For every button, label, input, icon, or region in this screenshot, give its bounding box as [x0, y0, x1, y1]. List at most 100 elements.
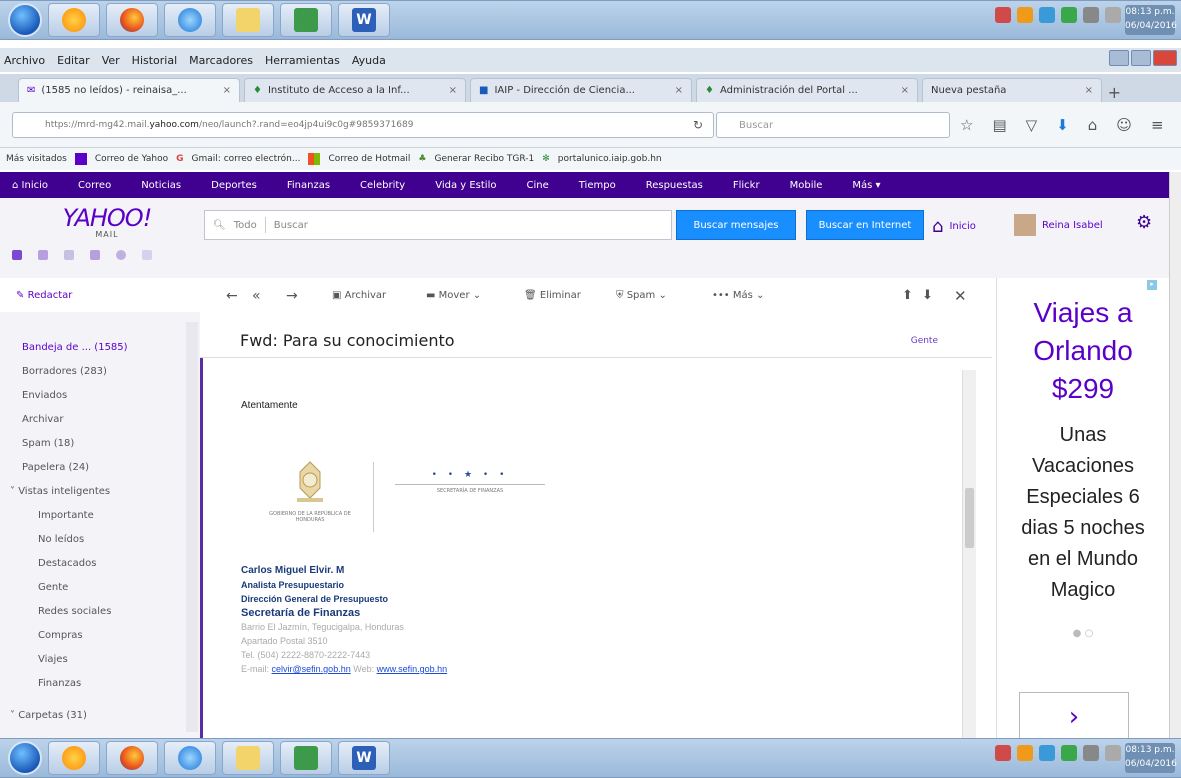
- tray-icon[interactable]: [1039, 7, 1055, 23]
- travel-ad[interactable]: ▸ Viajes a Orlando $299 Unas Vacaciones …: [996, 278, 1169, 740]
- more-button[interactable]: ••• Más ⌄: [712, 290, 764, 301]
- bookmark-mas-visitados[interactable]: Más visitados: [6, 154, 67, 164]
- folder-inbox[interactable]: Bandeja de ... (1585): [22, 342, 128, 353]
- next-message-icon[interactable]: ⬇: [922, 288, 933, 303]
- bookmark-gmail[interactable]: Gmail: correo electrón...: [192, 154, 301, 164]
- view-shopping[interactable]: Compras: [38, 630, 83, 641]
- yahoo-nav-finanzas[interactable]: Finanzas: [287, 180, 330, 191]
- url-bar[interactable]: https://mrd-mg42.mail. yahoo.com/neo/laun…: [12, 112, 714, 138]
- settings-gear-icon[interactable]: ⚙: [1136, 212, 1152, 233]
- excel-taskbar-button[interactable]: [280, 3, 332, 37]
- mail-search-input[interactable]: 🔍︎ Todo Buscar: [204, 210, 672, 240]
- notepad-app-icon[interactable]: [90, 250, 100, 260]
- tray-icon[interactable]: [1017, 745, 1033, 761]
- sig-web-link[interactable]: www.sefin.gob.hn: [377, 664, 448, 674]
- volume-icon[interactable]: [1105, 7, 1121, 23]
- pocket-icon[interactable]: ▽: [1026, 116, 1038, 134]
- close-tab-icon[interactable]: ×: [901, 85, 909, 96]
- start-button[interactable]: [8, 3, 42, 37]
- folder-trash[interactable]: Papelera (24): [22, 462, 89, 473]
- reload-icon[interactable]: ↻: [693, 118, 703, 132]
- tray-icon[interactable]: [1061, 745, 1077, 761]
- minimize-button[interactable]: [1109, 50, 1129, 66]
- yahoo-nav-deportes[interactable]: Deportes: [211, 180, 257, 191]
- firefox-taskbar-button[interactable]: [106, 741, 158, 775]
- menu-archivo[interactable]: Archivo: [4, 54, 45, 67]
- search-web-button[interactable]: Buscar en Internet: [806, 210, 924, 240]
- bookmark-tgr[interactable]: Generar Recibo TGR-1: [434, 154, 534, 164]
- bookmark-yahoo[interactable]: Correo de Yahoo: [95, 154, 168, 164]
- search-scope[interactable]: Todo: [234, 220, 257, 231]
- sig-email-link[interactable]: celvir@sefin.gob.hn: [272, 664, 351, 674]
- yahoo-nav-correo[interactable]: Correo: [78, 180, 111, 191]
- media-player-taskbar-button[interactable]: [48, 741, 100, 775]
- yahoo-nav-mas[interactable]: Más ▾: [852, 180, 880, 191]
- forward-icon[interactable]: →: [286, 288, 298, 304]
- close-tab-icon[interactable]: ×: [223, 85, 231, 96]
- folder-spam[interactable]: Spam (18): [22, 438, 74, 449]
- menu-ayuda[interactable]: Ayuda: [352, 54, 386, 67]
- view-social[interactable]: Redes sociales: [38, 606, 111, 617]
- tray-icon[interactable]: [1017, 7, 1033, 23]
- ad-next-arrow-icon[interactable]: ›: [1019, 692, 1129, 740]
- home-icon[interactable]: ⌂: [1088, 116, 1098, 134]
- ad-pagination-dots[interactable]: ● ○: [997, 628, 1169, 639]
- media-player-taskbar-button[interactable]: [48, 3, 100, 37]
- previous-message-icon[interactable]: ⬆: [902, 288, 913, 303]
- move-button[interactable]: ▬ Mover ⌄: [426, 290, 481, 301]
- word-taskbar-button[interactable]: W: [338, 741, 390, 775]
- folder-archive[interactable]: Archivar: [22, 414, 64, 425]
- mobile-app-icon[interactable]: [142, 250, 152, 260]
- scroll-thumb[interactable]: [965, 488, 974, 548]
- firefox-taskbar-button[interactable]: [106, 3, 158, 37]
- start-button[interactable]: [8, 741, 42, 775]
- bookmark-portalunico[interactable]: portalunico.iaip.gob.hn: [558, 154, 662, 164]
- yahoo-home-link[interactable]: ⌂ Inicio: [932, 216, 976, 237]
- reply-icon[interactable]: ←: [226, 288, 238, 304]
- menu-historial[interactable]: Historial: [132, 54, 177, 67]
- tab-iaip-direccion[interactable]: ■ IAIP - Dirección de Ciencia... ×: [470, 78, 692, 102]
- browser-search-input[interactable]: Buscar: [716, 112, 950, 138]
- people-link[interactable]: Gente: [911, 336, 938, 346]
- excel-taskbar-button[interactable]: [280, 741, 332, 775]
- ie-taskbar-button[interactable]: [164, 741, 216, 775]
- word-taskbar-button[interactable]: W: [338, 3, 390, 37]
- yahoo-mail-logo[interactable]: YAHOO! MAIL: [62, 204, 153, 239]
- view-important[interactable]: Importante: [38, 510, 94, 521]
- view-people[interactable]: Gente: [38, 582, 68, 593]
- view-travel[interactable]: Viajes: [38, 654, 68, 665]
- close-tab-icon[interactable]: ×: [1085, 85, 1093, 96]
- download-icon[interactable]: ⬇: [1056, 116, 1069, 134]
- search-mail-button[interactable]: Buscar mensajes: [676, 210, 796, 240]
- bookmark-hotmail[interactable]: Correo de Hotmail: [328, 154, 410, 164]
- bookmark-star-icon[interactable]: ☆: [960, 116, 973, 134]
- view-starred[interactable]: Destacados: [38, 558, 96, 569]
- calendar-app-icon[interactable]: [64, 250, 74, 260]
- view-unread[interactable]: No leídos: [38, 534, 84, 545]
- tray-icon[interactable]: [1061, 7, 1077, 23]
- mail-app-icon[interactable]: [12, 250, 22, 260]
- close-tab-icon[interactable]: ×: [449, 85, 457, 96]
- messenger-app-icon[interactable]: [116, 250, 126, 260]
- page-scrollbar[interactable]: [1169, 172, 1181, 740]
- chat-icon[interactable]: ☺: [1116, 116, 1132, 134]
- tray-icon[interactable]: [995, 745, 1011, 761]
- folder-drafts[interactable]: Borradores (283): [22, 366, 107, 377]
- folder-sent[interactable]: Enviados: [22, 390, 67, 401]
- adchoices-icon[interactable]: ▸: [1147, 280, 1157, 290]
- close-message-icon[interactable]: ✕: [954, 287, 967, 305]
- tab-new[interactable]: Nueva pestaña ×: [922, 78, 1102, 102]
- clock[interactable]: 08:13 p.m. 06/04/2016: [1125, 743, 1177, 773]
- tab-portal-admin[interactable]: ♦ Administración del Portal ... ×: [696, 78, 918, 102]
- maximize-button[interactable]: [1131, 50, 1151, 66]
- tab-yahoo-mail[interactable]: ✉ (1585 no leídos) - reinaisa_... ×: [18, 78, 240, 102]
- menu-marcadores[interactable]: Marcadores: [189, 54, 253, 67]
- close-window-button[interactable]: [1153, 50, 1177, 66]
- yahoo-nav-inicio[interactable]: ⌂ Inicio: [12, 180, 48, 191]
- yahoo-nav-respuestas[interactable]: Respuestas: [646, 180, 703, 191]
- reply-all-icon[interactable]: «: [252, 288, 261, 304]
- close-tab-icon[interactable]: ×: [675, 85, 683, 96]
- delete-button[interactable]: 🗑︎ Eliminar: [524, 290, 581, 301]
- yahoo-nav-vida[interactable]: Vida y Estilo: [435, 180, 496, 191]
- menu-icon[interactable]: ≡: [1151, 116, 1164, 134]
